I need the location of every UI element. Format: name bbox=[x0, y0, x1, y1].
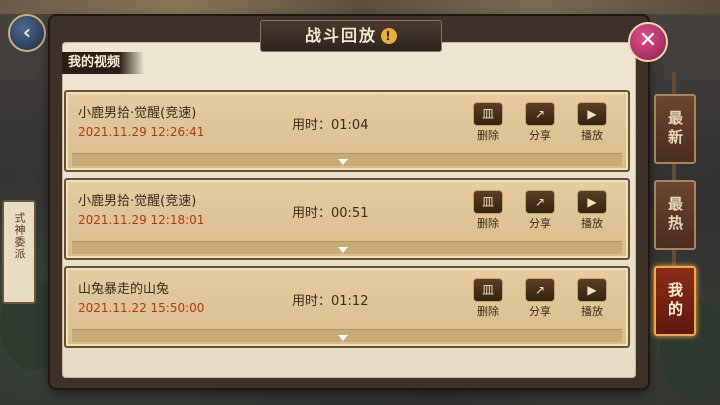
video-date: 2021.11.29 12:18:01 bbox=[78, 213, 205, 227]
play-label: 播放 bbox=[581, 129, 603, 142]
delete-icon: 皿 bbox=[473, 190, 503, 214]
background-rooftop bbox=[0, 0, 720, 14]
delete-button[interactable]: 皿删除 bbox=[470, 278, 506, 319]
play-label: 播放 bbox=[581, 305, 603, 318]
side-scroll-banner[interactable]: 式神委派 bbox=[2, 200, 36, 304]
share-button[interactable]: ↗ 分享 bbox=[522, 190, 558, 231]
play-button[interactable]: ▶ 播放 bbox=[574, 102, 610, 143]
expand-arrow-icon[interactable] bbox=[338, 335, 348, 341]
expand-arrow-icon[interactable] bbox=[338, 159, 348, 165]
share-button[interactable]: ↗ 分享 bbox=[522, 102, 558, 143]
section-label: 我的视频 bbox=[62, 52, 145, 74]
close-button[interactable]: ✕ bbox=[628, 22, 668, 62]
video-name: 小鹿男拾·觉醒(竞速) bbox=[78, 194, 197, 209]
delete-button[interactable]: 皿删除 bbox=[470, 102, 506, 143]
expand-arrow-icon[interactable] bbox=[338, 247, 348, 253]
video-duration: 用时：01:04 bbox=[292, 118, 369, 133]
video-name: 山兔暴走的山兔 bbox=[78, 282, 170, 297]
video-date: 2021.11.22 15:50:00 bbox=[78, 301, 205, 315]
share-icon: ↗ bbox=[525, 190, 555, 214]
back-button[interactable]: ‹ bbox=[8, 14, 46, 52]
share-icon: ↗ bbox=[525, 102, 555, 126]
video-card[interactable]: 小鹿男拾·觉醒(竞速) 2021.11.29 12:26:41 用时：01:04… bbox=[64, 90, 630, 172]
play-button[interactable]: ▶ 播放 bbox=[574, 278, 610, 319]
play-icon: ▶ bbox=[577, 190, 607, 214]
panel-title-bar: 战斗回放! bbox=[260, 20, 442, 52]
video-name: 小鹿男拾·觉醒(竞速) bbox=[78, 106, 197, 121]
tab-latest[interactable]: 最新 bbox=[654, 94, 696, 164]
share-label: 分享 bbox=[529, 217, 551, 230]
play-button[interactable]: ▶ 播放 bbox=[574, 190, 610, 231]
panel-title: 战斗回放 bbox=[304, 26, 377, 45]
video-date: 2021.11.29 12:26:41 bbox=[78, 125, 205, 139]
play-label: 播放 bbox=[581, 217, 603, 230]
delete-button[interactable]: 皿删除 bbox=[470, 190, 506, 231]
video-card[interactable]: 山兔暴走的山兔 2021.11.22 15:50:00 用时：01:12 皿删除… bbox=[64, 266, 630, 348]
play-icon: ▶ bbox=[577, 278, 607, 302]
video-list: 小鹿男拾·觉醒(竞速) 2021.11.29 12:26:41 用时：01:04… bbox=[64, 90, 630, 354]
delete-label: 删除 bbox=[477, 305, 499, 318]
delete-label: 删除 bbox=[477, 129, 499, 142]
share-button[interactable]: ↗ 分享 bbox=[522, 278, 558, 319]
share-label: 分享 bbox=[529, 129, 551, 142]
sort-tabs: 最新 最热 我的 bbox=[654, 94, 696, 352]
video-card[interactable]: 小鹿男拾·觉醒(竞速) 2021.11.29 12:18:01 用时：00:51… bbox=[64, 178, 630, 260]
video-duration: 用时：01:12 bbox=[292, 294, 369, 309]
delete-icon: 皿 bbox=[473, 102, 503, 126]
delete-icon: 皿 bbox=[473, 278, 503, 302]
play-icon: ▶ bbox=[577, 102, 607, 126]
info-icon[interactable]: ! bbox=[381, 28, 397, 44]
video-duration: 用时：00:51 bbox=[292, 206, 369, 221]
share-label: 分享 bbox=[529, 305, 551, 318]
side-scroll-label: 式神委派 bbox=[13, 212, 26, 260]
share-icon: ↗ bbox=[525, 278, 555, 302]
tab-mine[interactable]: 我的 bbox=[654, 266, 696, 336]
delete-label: 删除 bbox=[477, 217, 499, 230]
tab-hottest[interactable]: 最热 bbox=[654, 180, 696, 250]
